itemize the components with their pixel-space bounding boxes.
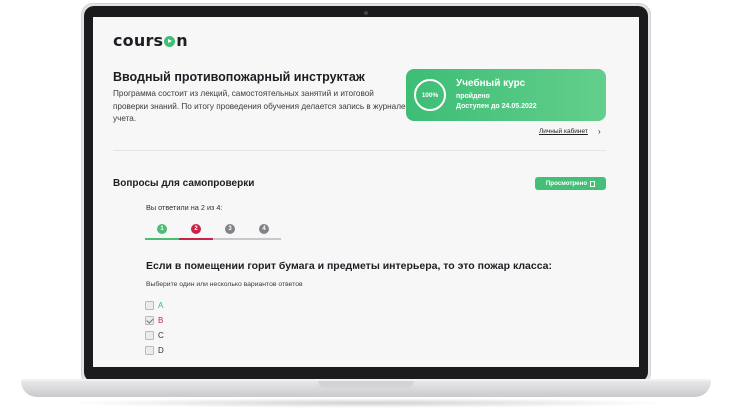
viewed-label: Просмотрено [545, 180, 588, 187]
page-title: Вводный противопожарный инструктаж [113, 70, 365, 84]
play-icon [164, 36, 176, 47]
step-bar [247, 238, 281, 240]
checkbox[interactable] [145, 331, 154, 340]
question-steps: 1 2 3 4 [145, 222, 283, 242]
divider [113, 150, 606, 151]
step-4[interactable]: 4 [259, 224, 269, 234]
step-1[interactable]: 1 [157, 224, 167, 234]
step-bar [179, 238, 213, 240]
card-availability: Доступен до 24.05.2022 [456, 103, 537, 110]
checkbox[interactable] [145, 316, 154, 325]
question-hint: Выберите один или несколько вариантов от… [146, 281, 303, 288]
personal-cabinet-link[interactable]: Личный кабинет [539, 128, 588, 135]
answer-option-a[interactable]: A [145, 301, 163, 310]
course-status-card: 100% Учебный курс пройдено Доступен до 2… [406, 69, 606, 121]
step-bar [213, 238, 247, 240]
question-text: Если в помещении горит бумага и предметы… [146, 260, 553, 272]
course-description: Программа состоит из лекций, самостоятел… [113, 89, 406, 123]
answer-option-b[interactable]: B [145, 316, 163, 325]
checkbox[interactable] [145, 346, 154, 355]
answer-option-d[interactable]: D [145, 346, 164, 355]
progress-label: 100% [421, 91, 439, 99]
card-status: пройдено [456, 93, 490, 100]
laptop-notch [318, 381, 414, 388]
viewed-button[interactable]: Просмотрено [535, 177, 606, 190]
answered-count: Вы ответили на 2 из 4: [146, 203, 223, 212]
camera-icon [364, 11, 368, 15]
courson-logo[interactable]: cours n [113, 31, 188, 50]
card-title: Учебный курс [456, 78, 526, 89]
trash-icon [590, 180, 596, 187]
step-2[interactable]: 2 [191, 224, 201, 234]
progress-ring: 100% [414, 79, 446, 111]
checkbox[interactable] [145, 301, 154, 310]
laptop-screen: cours n Вводный противопожарный инструкта… [93, 17, 639, 367]
option-label: A [158, 301, 164, 310]
chevron-right-icon[interactable]: › [598, 127, 601, 136]
laptop-shadow [60, 398, 672, 408]
option-label: B [158, 316, 164, 325]
step-3[interactable]: 3 [225, 224, 235, 234]
option-label: D [158, 346, 164, 355]
answer-option-c[interactable]: C [145, 331, 164, 340]
option-label: C [158, 331, 164, 340]
section-title: Вопросы для самопроверки [113, 178, 255, 189]
step-bar [145, 238, 179, 240]
